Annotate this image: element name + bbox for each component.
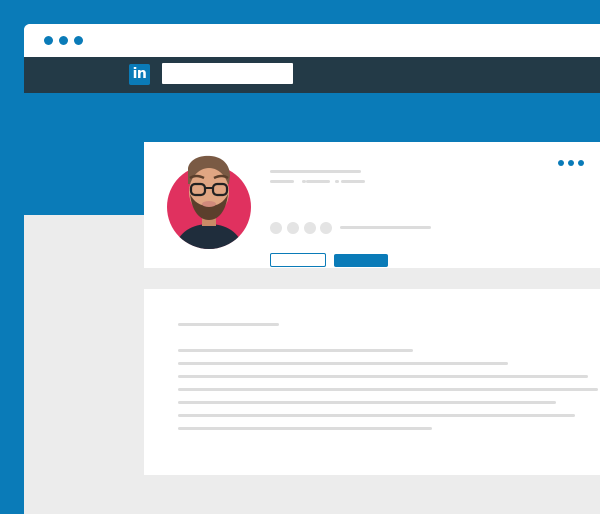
browser-window: in [24,24,600,514]
text-line [178,362,508,365]
text-line [178,427,432,430]
profile-meta-separator [335,180,339,183]
profile-meta-line [270,180,294,183]
profile-meta-line [341,180,365,183]
text-line [178,349,413,352]
connections-text-line [340,226,431,229]
profile-card [144,142,600,268]
connection-dot [304,222,316,234]
section-heading-line [178,323,279,326]
connect-button[interactable] [334,254,388,267]
message-button[interactable] [270,253,326,267]
about-card [144,289,600,475]
profile-avatar[interactable] [166,154,252,250]
ellipsis-horizontal-icon[interactable] [558,160,584,168]
profile-meta-line [306,180,330,183]
connection-dot [287,222,299,234]
connection-dot [320,222,332,234]
title-bar [24,24,600,57]
text-line [178,388,598,391]
text-line [178,401,556,404]
top-navbar: in [24,57,600,93]
linkedin-logo[interactable]: in [129,64,150,85]
search-input[interactable] [162,63,293,84]
profile-name-line [270,170,361,173]
text-line [178,375,588,378]
text-line [178,414,575,417]
window-control-dot[interactable] [74,36,83,45]
connection-dot [270,222,282,234]
window-control-dot[interactable] [59,36,68,45]
window-control-dot[interactable] [44,36,53,45]
